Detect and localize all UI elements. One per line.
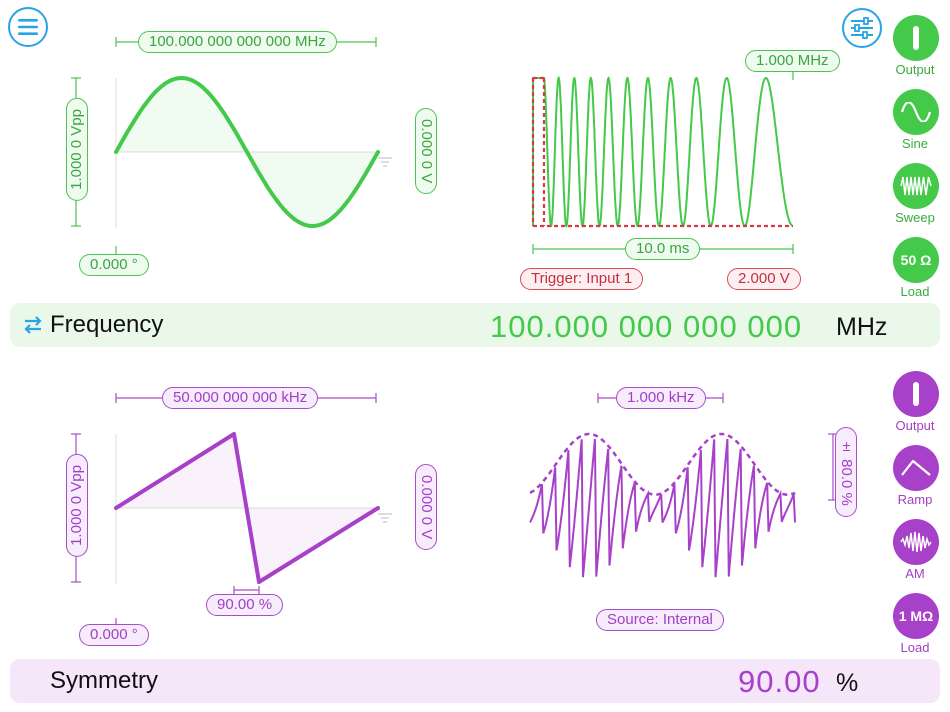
ramp-wave-icon xyxy=(901,459,931,476)
ch1-phase-label[interactable]: 0.000 ° xyxy=(79,254,149,276)
ch1-sine-button[interactable] xyxy=(893,89,939,135)
ch2-load-label: Load xyxy=(900,640,930,655)
ch1-load-button[interactable]: 50 Ω xyxy=(893,237,939,283)
ch2-frequency-label[interactable]: 50.000 000 000 kHz xyxy=(162,387,319,409)
ch1-sweep-time-label[interactable]: 10.0 ms xyxy=(625,238,701,260)
sine-wave-icon xyxy=(901,102,931,122)
ch2-mod-source-label[interactable]: Source: Internal xyxy=(596,609,724,631)
ch1-parameter-value[interactable]: 100.000 000 000 000 xyxy=(490,309,802,345)
am-wave-icon xyxy=(900,531,932,553)
ch2-ramp-label: Ramp xyxy=(897,492,933,507)
ch1-sine-label: Sine xyxy=(901,136,929,151)
ch1-frequency-label[interactable]: 100.000 000 000 000 MHz xyxy=(138,31,337,53)
ch2-am-label: AM xyxy=(905,566,925,581)
ch2-mod-depth-label[interactable]: ± 80.0 % xyxy=(835,427,857,517)
swap-arrows-icon[interactable] xyxy=(23,316,43,334)
power-icon xyxy=(913,26,919,50)
ch1-load-label: Load xyxy=(900,284,930,299)
ch2-am-button[interactable] xyxy=(893,519,939,565)
ch1-ground-icon xyxy=(378,157,392,167)
ch1-offset-label[interactable]: 0.000 0 V xyxy=(415,108,437,195)
ch1-trigger-level-label[interactable]: 2.000 V xyxy=(727,268,801,290)
ch2-offset-label[interactable]: 0.000 0 V xyxy=(415,464,437,551)
ch1-output-label: Output xyxy=(895,62,935,77)
ch2-mod-rate-label[interactable]: 1.000 kHz xyxy=(616,387,706,409)
ch2-parameter-value[interactable]: 90.00 xyxy=(738,664,821,700)
ch2-symmetry-ruler xyxy=(233,586,260,594)
app-canvas: 100.000 000 000 000 MHz 1.000 0 Vpp 0.00… xyxy=(0,0,950,712)
ch1-amplitude-label[interactable]: 1.000 0 Vpp xyxy=(66,98,88,201)
ch1-parameter-unit: MHz xyxy=(836,313,888,341)
ch1-trigger-source-label[interactable]: Trigger: Input 1 xyxy=(520,268,644,290)
load-icon: 1 MΩ xyxy=(898,608,934,624)
sweep-wave-icon xyxy=(900,176,932,196)
ch1-sweep-label: Sweep xyxy=(895,210,935,225)
ch2-parameter-title: Symmetry xyxy=(50,667,158,694)
ch2-amplitude-label[interactable]: 1.000 0 Vpp xyxy=(66,454,88,557)
channel2-graphics xyxy=(71,393,838,626)
ch2-output-label: Output xyxy=(895,418,935,433)
ch2-output-button[interactable] xyxy=(893,371,939,417)
load-icon: 50 Ω xyxy=(900,252,932,268)
ch1-parameter-title: Frequency xyxy=(50,311,164,338)
ch1-output-button[interactable] xyxy=(893,15,939,61)
power-icon xyxy=(913,382,919,406)
ch1-sweep-button[interactable] xyxy=(893,163,939,209)
ch1-sweep-rate-label[interactable]: 1.000 MHz xyxy=(745,50,840,72)
ch2-ramp-button[interactable] xyxy=(893,445,939,491)
ch1-sweep-wave xyxy=(532,75,794,228)
ch2-ground-icon xyxy=(378,513,392,523)
ch2-am-wave xyxy=(529,438,796,578)
ch2-phase-label[interactable]: 0.000 ° xyxy=(79,624,149,646)
ch2-symmetry-label[interactable]: 90.00 % xyxy=(206,594,284,616)
ch2-load-button[interactable]: 1 MΩ xyxy=(893,593,939,639)
ch2-parameter-unit: % xyxy=(836,669,859,697)
